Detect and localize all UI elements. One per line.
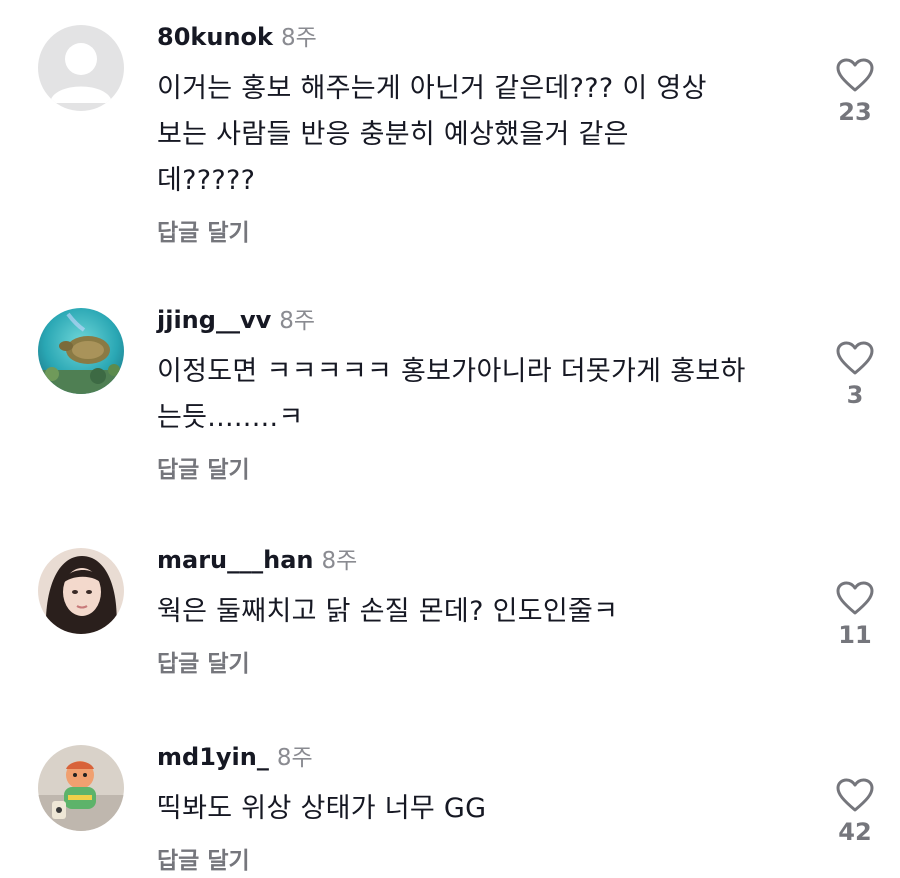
comment-text: 이정도면 ㅋㅋㅋㅋㅋ 홍보가아니라 더못가게 홍보하는듯........ㅋ (157, 356, 746, 433)
heart-outline-icon (836, 581, 874, 615)
like-count: 11 (838, 621, 872, 649)
comment-header: md1yin_ 8주 (157, 742, 777, 772)
comment-header: jjing__vv 8주 (157, 305, 777, 335)
avatar[interactable] (38, 308, 124, 394)
comment-text: 띡봐도 위상 상태가 너무 GG (157, 793, 487, 824)
username[interactable]: 80kunok (157, 23, 273, 51)
comment-text: 이거는 홍보 해주는게 아닌거 같은데??? 이 영상보는 사람들 반응 충분히… (157, 73, 707, 196)
like-button[interactable]: 42 (826, 777, 884, 847)
comment-header: 80kunok 8주 (157, 22, 777, 52)
heart-outline-icon (836, 58, 874, 92)
username[interactable]: md1yin_ (157, 743, 269, 771)
heart-outline-icon (836, 778, 874, 812)
like-button[interactable]: 23 (826, 57, 884, 127)
sea-turtle-photo (38, 308, 124, 394)
reply-button[interactable]: 답글 달기 (157, 846, 777, 876)
like-button[interactable]: 3 (826, 340, 884, 410)
avatar[interactable] (38, 548, 124, 634)
reply-button[interactable]: 답글 달기 (157, 218, 777, 248)
like-count: 23 (838, 98, 872, 126)
like-button[interactable]: 11 (826, 580, 884, 650)
avatar[interactable] (38, 25, 124, 111)
comment-time: 8주 (279, 308, 316, 334)
woman-portrait-photo (38, 548, 124, 634)
heart-outline-icon (836, 341, 874, 375)
reply-button[interactable]: 답글 달기 (157, 455, 777, 485)
comment-time: 8주 (280, 25, 317, 51)
comment-header: maru___han 8주 (157, 545, 777, 575)
like-count: 42 (838, 818, 872, 846)
username[interactable]: maru___han (157, 546, 314, 574)
avatar[interactable] (38, 745, 124, 831)
default-avatar-icon (38, 25, 124, 111)
like-count: 3 (846, 381, 864, 409)
comment-time: 8주 (276, 745, 313, 771)
plush-doll-photo (38, 745, 124, 831)
reply-button[interactable]: 답글 달기 (157, 649, 777, 679)
username[interactable]: jjing__vv (157, 306, 271, 334)
comment-text: 웍은 둘째치고 닭 손질 몬데? 인도인줄ㅋ (157, 596, 619, 627)
comment-time: 8주 (321, 548, 358, 574)
